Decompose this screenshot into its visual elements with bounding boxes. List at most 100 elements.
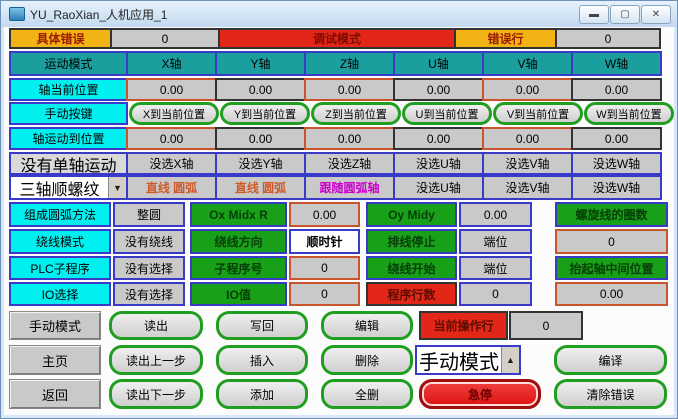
read-next-button[interactable]: 读出下一步 xyxy=(109,379,203,409)
title-bar: YU_RaoXian_人机应用_1 ▬ ▢ ✕ xyxy=(1,1,677,27)
plc-subroutine-value[interactable]: 没有选择 xyxy=(113,256,185,280)
winding-direction-value[interactable]: 顺时针 xyxy=(289,229,360,254)
io-row: IO选择 没有选择 IO值 0 程序行数 0 0.00 xyxy=(9,282,668,306)
action-row-3: 返回 读出下一步 添加 全删 急停 清除错误 xyxy=(9,379,667,409)
goto-current-z-button[interactable]: Z到当前位置 xyxy=(311,102,401,125)
plc-row: PLC子程序 没有选择 子程序号 0 绕线开始 端位 抬起轴中间位置 xyxy=(9,256,668,280)
close-icon[interactable]: ✕ xyxy=(641,4,671,24)
oy-midy-label: Oy Midy xyxy=(366,202,457,227)
oy-midy-value[interactable]: 0.00 xyxy=(459,202,532,227)
lift-axis-mid-label: 抬起轴中间位置 xyxy=(555,256,668,280)
single-axis-v[interactable]: 没选V轴 xyxy=(482,152,573,175)
move-to-w[interactable]: 0.00 xyxy=(571,127,662,150)
single-axis-label: 没有单轴运动 xyxy=(9,152,128,175)
edit-button[interactable]: 编辑 xyxy=(321,311,413,340)
chevron-down-icon[interactable]: ▼ xyxy=(108,177,126,198)
axis-mode-y[interactable]: 直线 圆弧 xyxy=(215,175,306,200)
axis-mode-v[interactable]: 没选V轴 xyxy=(482,175,573,200)
move-to-x[interactable]: 0.00 xyxy=(126,127,217,150)
current-pos-u: 0.00 xyxy=(393,78,484,101)
goto-current-y-button[interactable]: Y到当前位置 xyxy=(220,102,310,125)
axis-mode-w[interactable]: 没选W轴 xyxy=(571,175,662,200)
operation-mode-selected: 手动模式 xyxy=(419,351,499,374)
read-button[interactable]: 读出 xyxy=(109,311,203,340)
single-axis-y[interactable]: 没选Y轴 xyxy=(215,152,306,175)
clear-error-button[interactable]: 清除错误 xyxy=(554,379,667,409)
delete-all-button[interactable]: 全删 xyxy=(321,379,413,409)
goto-current-u-button[interactable]: U到当前位置 xyxy=(402,102,492,125)
subroutine-number-label: 子程序号 xyxy=(190,256,287,280)
ox-midx-r-value[interactable]: 0.00 xyxy=(289,202,360,227)
back-button[interactable]: 返回 xyxy=(9,379,101,409)
operation-mode-select[interactable]: 手动模式 ▲ xyxy=(415,345,521,375)
current-position-row: 轴当前位置 0.00 0.00 0.00 0.00 0.00 0.00 xyxy=(9,78,662,101)
add-button[interactable]: 添加 xyxy=(216,379,308,409)
spiral-turns-label: 螺旋线的圈数 xyxy=(555,202,668,227)
winding-start-value[interactable]: 端位 xyxy=(459,256,532,280)
thread-mode-select[interactable]: 三轴顺螺纹 ▼ xyxy=(9,175,128,200)
move-to-v[interactable]: 0.00 xyxy=(482,127,573,150)
winding-mode-value[interactable]: 没有绕线 xyxy=(113,229,185,254)
winding-mode-label: 绕线模式 xyxy=(9,229,111,254)
window-title: YU_RaoXian_人机应用_1 xyxy=(30,7,168,22)
app-window: YU_RaoXian_人机应用_1 ▬ ▢ ✕ 具体错误 0 调试模式 错误行 … xyxy=(0,0,678,419)
status-row: 具体错误 0 调试模式 错误行 0 xyxy=(9,28,661,49)
debug-mode-banner: 调试模式 xyxy=(218,28,456,49)
minimize-icon[interactable]: ▬ xyxy=(579,4,609,24)
traverse-stop-value[interactable]: 端位 xyxy=(459,229,532,254)
lift-axis-mid-value[interactable]: 0.00 xyxy=(555,282,668,306)
single-axis-row: 没有单轴运动 没选X轴 没选Y轴 没选Z轴 没选U轴 没选V轴 没选W轴 xyxy=(9,152,662,175)
goto-current-w-button[interactable]: W到当前位置 xyxy=(584,102,674,125)
error-line-label: 错误行 xyxy=(454,28,557,49)
goto-current-v-button[interactable]: V到当前位置 xyxy=(493,102,583,125)
subroutine-number-value[interactable]: 0 xyxy=(289,256,360,280)
arc-method-value[interactable]: 整圆 xyxy=(113,202,185,227)
current-op-line-label: 当前操作行 xyxy=(419,311,508,340)
manual-mode-button[interactable]: 手动模式 xyxy=(9,311,101,340)
io-value[interactable]: 0 xyxy=(289,282,360,306)
current-position-label: 轴当前位置 xyxy=(9,78,128,101)
axis-header-row: 运动模式 X轴 Y轴 Z轴 U轴 V轴 W轴 xyxy=(9,51,662,76)
move-to-y[interactable]: 0.00 xyxy=(215,127,306,150)
read-prev-button[interactable]: 读出上一步 xyxy=(109,345,203,375)
single-axis-x[interactable]: 没选X轴 xyxy=(126,152,217,175)
axis-header-z: Z轴 xyxy=(304,51,395,76)
thread-mode-row: 三轴顺螺纹 ▼ 直线 圆弧 直线 圆弧 跟随圆弧轴 没选U轴 没选V轴 没选W轴 xyxy=(9,175,662,200)
traverse-stop-label: 排线停止 xyxy=(366,229,457,254)
axis-header-x: X轴 xyxy=(126,51,217,76)
current-pos-v: 0.00 xyxy=(482,78,573,101)
error-line-value: 0 xyxy=(555,28,661,49)
ox-midx-r-label: Ox Midx R xyxy=(190,202,287,227)
program-lines-value[interactable]: 0 xyxy=(459,282,532,306)
axis-header-w: W轴 xyxy=(571,51,662,76)
move-to-label: 轴运动到位置 xyxy=(9,127,128,150)
winding-direction-label: 绕线方向 xyxy=(190,229,287,254)
axis-header-v: V轴 xyxy=(482,51,573,76)
winding-start-label: 绕线开始 xyxy=(366,256,457,280)
current-pos-x: 0.00 xyxy=(126,78,217,101)
move-to-u[interactable]: 0.00 xyxy=(393,127,484,150)
goto-current-x-button[interactable]: X到当前位置 xyxy=(129,102,219,125)
single-axis-w[interactable]: 没选W轴 xyxy=(571,152,662,175)
delete-button[interactable]: 删除 xyxy=(321,345,413,375)
current-pos-z: 0.00 xyxy=(304,78,395,101)
io-select-value[interactable]: 没有选择 xyxy=(113,282,185,306)
write-back-button[interactable]: 写回 xyxy=(216,311,308,340)
current-pos-y: 0.00 xyxy=(215,78,306,101)
motion-mode-label: 运动模式 xyxy=(9,51,128,76)
insert-button[interactable]: 插入 xyxy=(216,345,308,375)
single-axis-z[interactable]: 没选Z轴 xyxy=(304,152,395,175)
single-axis-u[interactable]: 没选U轴 xyxy=(393,152,484,175)
maximize-icon[interactable]: ▢ xyxy=(610,4,640,24)
program-lines-label: 程序行数 xyxy=(366,282,457,306)
emergency-stop-button[interactable]: 急停 xyxy=(419,379,541,409)
spiral-turns-value[interactable]: 0 xyxy=(555,229,668,254)
move-to-z[interactable]: 0.00 xyxy=(304,127,395,150)
app-icon xyxy=(9,7,25,21)
compile-button[interactable]: 编译 xyxy=(554,345,667,375)
axis-mode-u[interactable]: 没选U轴 xyxy=(393,175,484,200)
home-button[interactable]: 主页 xyxy=(9,345,101,375)
axis-mode-x[interactable]: 直线 圆弧 xyxy=(126,175,217,200)
axis-mode-z[interactable]: 跟随圆弧轴 xyxy=(304,175,395,200)
chevron-up-icon[interactable]: ▲ xyxy=(501,347,519,373)
